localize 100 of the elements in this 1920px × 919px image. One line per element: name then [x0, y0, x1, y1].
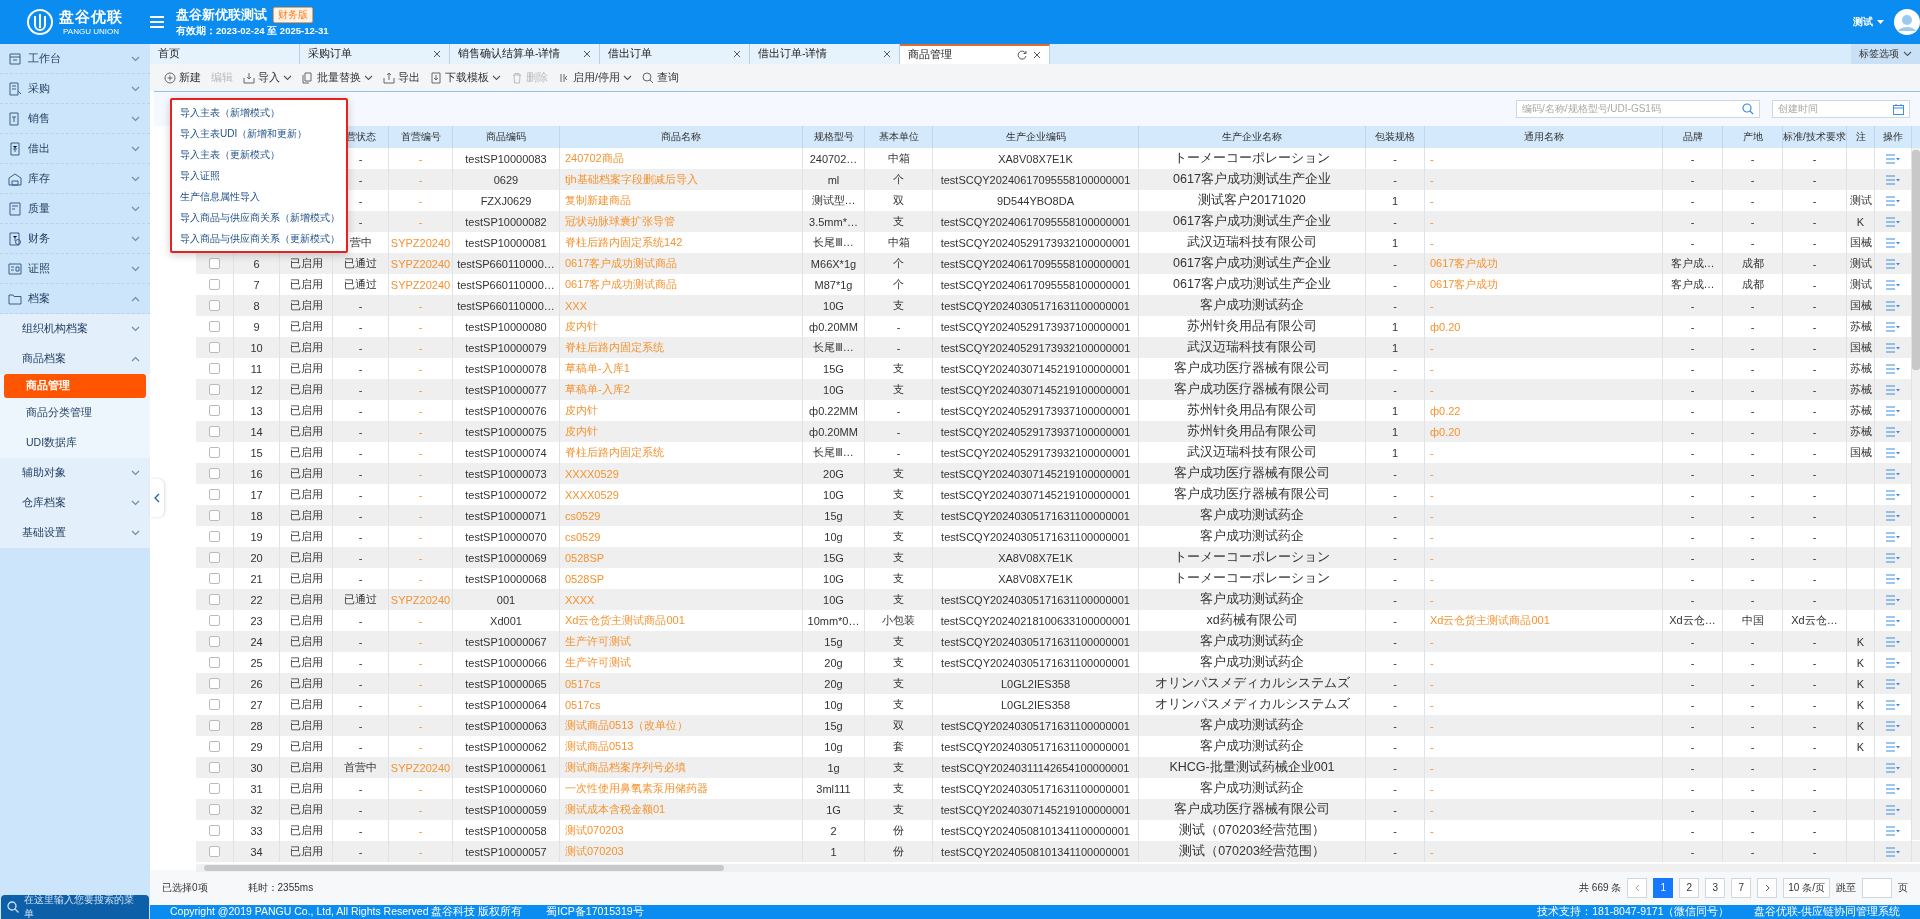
row-checkbox[interactable]	[209, 678, 220, 689]
tab[interactable]: 采购订单	[300, 44, 450, 64]
list-menu-icon[interactable]	[1886, 531, 1900, 542]
list-menu-icon[interactable]	[1886, 216, 1900, 227]
list-menu-icon[interactable]	[1886, 153, 1900, 164]
row-checkbox[interactable]	[209, 825, 220, 836]
list-menu-icon[interactable]	[1886, 363, 1900, 374]
list-menu-icon[interactable]	[1886, 279, 1900, 290]
toolbar-button[interactable]: 批量替换	[298, 68, 377, 87]
row-checkbox[interactable]	[209, 594, 220, 605]
row-checkbox[interactable]	[209, 741, 220, 752]
row-checkbox[interactable]	[209, 426, 220, 437]
sidebar-item[interactable]: 仓库档案	[0, 488, 150, 518]
row-checkbox[interactable]	[209, 762, 220, 773]
close-icon[interactable]	[583, 50, 591, 58]
collapse-handle[interactable]	[150, 479, 164, 517]
list-menu-icon[interactable]	[1886, 573, 1900, 584]
tab[interactable]: 借出订单-详情	[750, 44, 900, 64]
list-menu-icon[interactable]	[1886, 783, 1900, 794]
list-menu-icon[interactable]	[1886, 762, 1900, 773]
row-checkbox[interactable]	[209, 552, 220, 563]
list-menu-icon[interactable]	[1886, 447, 1900, 458]
table-link[interactable]: 测试070203	[560, 841, 803, 862]
list-menu-icon[interactable]	[1886, 489, 1900, 500]
menu-search-field[interactable]: 在这里输入您要搜索的菜单	[1, 895, 149, 919]
next-page-button[interactable]	[1757, 877, 1778, 898]
list-menu-icon[interactable]	[1886, 552, 1900, 563]
sidebar-item[interactable]: 商品管理	[4, 374, 146, 398]
row-checkbox[interactable]	[209, 405, 220, 416]
page-button[interactable]: 1	[1653, 877, 1674, 898]
close-icon[interactable]	[433, 50, 441, 58]
row-checkbox[interactable]	[209, 384, 220, 395]
tab-options-button[interactable]: 标签选项	[1851, 44, 1920, 64]
sidebar-item[interactable]: UDI数据库	[0, 428, 150, 458]
tab[interactable]: 商品管理	[900, 44, 1050, 64]
list-menu-icon[interactable]	[1886, 321, 1900, 332]
page-button[interactable]: 7	[1731, 877, 1752, 898]
list-menu-icon[interactable]	[1886, 804, 1900, 815]
list-menu-icon[interactable]	[1886, 846, 1900, 857]
close-icon[interactable]	[1033, 51, 1041, 59]
list-menu-icon[interactable]	[1886, 636, 1900, 647]
date-field[interactable]: 创建时间	[1772, 100, 1910, 118]
row-checkbox[interactable]	[209, 531, 220, 542]
list-menu-icon[interactable]	[1886, 237, 1900, 248]
close-icon[interactable]	[883, 50, 891, 58]
menu-item[interactable]: 导入主表（新增模式）	[172, 102, 346, 123]
row-checkbox[interactable]	[209, 300, 220, 311]
user-menu[interactable]: 测试	[1853, 15, 1884, 29]
search-field[interactable]: 编码/名称/规格型号/UDI-GS1码	[1516, 100, 1760, 118]
row-checkbox[interactable]	[209, 279, 220, 290]
toolbar-button[interactable]: 新建	[160, 68, 205, 87]
toolbar-button[interactable]: 导出	[379, 68, 424, 87]
row-checkbox[interactable]	[209, 447, 220, 458]
list-menu-icon[interactable]	[1886, 258, 1900, 269]
sidebar-item[interactable]: 组织机构档案	[0, 314, 150, 344]
tab[interactable]: 首页	[150, 44, 300, 64]
list-menu-icon[interactable]	[1886, 342, 1900, 353]
table-link[interactable]: -	[1425, 841, 1663, 862]
list-menu-icon[interactable]	[1886, 300, 1900, 311]
row-checkbox[interactable]	[209, 321, 220, 332]
row-checkbox[interactable]	[209, 468, 220, 479]
toolbar-button[interactable]: 下载模板	[426, 68, 505, 87]
page-size-select[interactable]: 10 条/页	[1783, 877, 1830, 898]
prev-page-button[interactable]	[1627, 877, 1648, 898]
list-menu-icon[interactable]	[1886, 615, 1900, 626]
toolbar-button[interactable]: 导入	[239, 68, 296, 87]
list-menu-icon[interactable]	[1886, 657, 1900, 668]
list-menu-icon[interactable]	[1886, 741, 1900, 752]
sidebar-item[interactable]: 商品档案	[0, 344, 150, 374]
tab[interactable]: 销售确认结算单-详情	[450, 44, 600, 64]
row-checkbox[interactable]	[209, 510, 220, 521]
list-menu-icon[interactable]	[1886, 426, 1900, 437]
sidebar-item[interactable]: 商品分类管理	[0, 398, 150, 428]
page-input[interactable]	[1862, 877, 1892, 898]
row-checkbox[interactable]	[209, 363, 220, 374]
row-checkbox[interactable]	[209, 783, 220, 794]
row-checkbox[interactable]	[209, 699, 220, 710]
refresh-icon[interactable]	[1017, 50, 1027, 60]
list-menu-icon[interactable]	[1886, 720, 1900, 731]
toolbar-button[interactable]: 查询	[637, 68, 683, 87]
page-button[interactable]: 3	[1705, 877, 1726, 898]
list-menu-icon[interactable]	[1886, 195, 1900, 206]
row-checkbox[interactable]	[209, 489, 220, 500]
page-button[interactable]: 2	[1679, 877, 1700, 898]
avatar-icon[interactable]	[1894, 9, 1920, 35]
icp-link[interactable]: 蜀ICP备17015319号	[546, 905, 644, 919]
menu-icon[interactable]	[150, 16, 164, 28]
row-checkbox[interactable]	[209, 258, 220, 269]
list-menu-icon[interactable]	[1886, 468, 1900, 479]
row-checkbox[interactable]	[209, 636, 220, 647]
close-icon[interactable]	[733, 50, 741, 58]
list-menu-icon[interactable]	[1886, 825, 1900, 836]
list-menu-icon[interactable]	[1886, 594, 1900, 605]
list-menu-icon[interactable]	[1886, 699, 1900, 710]
row-checkbox[interactable]	[209, 846, 220, 857]
list-menu-icon[interactable]	[1886, 174, 1900, 185]
list-menu-icon[interactable]	[1886, 384, 1900, 395]
list-menu-icon[interactable]	[1886, 510, 1900, 521]
list-menu-icon[interactable]	[1886, 405, 1900, 416]
row-checkbox[interactable]	[209, 657, 220, 668]
